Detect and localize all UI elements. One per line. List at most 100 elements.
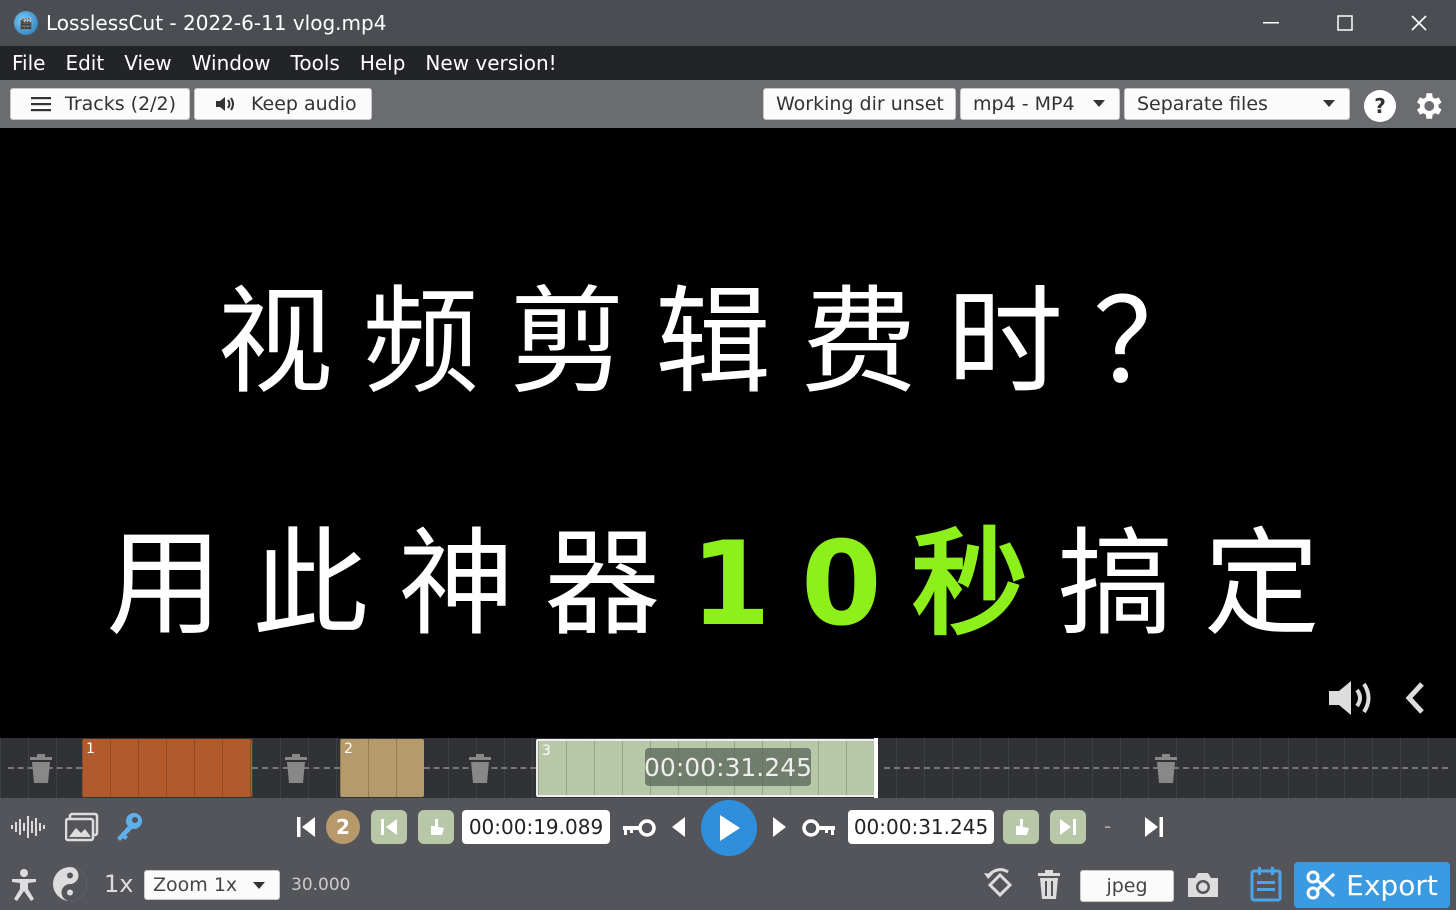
export-button[interactable]: Export	[1294, 862, 1450, 908]
caret-left-icon	[672, 817, 685, 837]
menu-view[interactable]: View	[114, 51, 181, 75]
segment-end-icon	[1060, 819, 1076, 835]
segments-list-button[interactable]	[1248, 864, 1284, 904]
video-caption-line2: 用此神器10秒搞定	[0, 490, 1456, 658]
skip-end-icon	[1145, 817, 1163, 837]
window-controls	[1234, 0, 1456, 46]
accessibility-button[interactable]	[8, 866, 40, 904]
jump-segment-start-button[interactable]	[371, 810, 407, 844]
prev-frame-button[interactable]	[666, 812, 690, 842]
separator: -	[1104, 814, 1112, 838]
current-segment-badge[interactable]: 2	[326, 810, 360, 844]
tracks-button[interactable]: Tracks (2/2)	[10, 88, 190, 120]
key-left-icon	[623, 819, 656, 837]
segment-number: 1	[86, 741, 95, 757]
segment-start-icon	[381, 819, 397, 835]
hand-point-icon	[431, 819, 444, 835]
help-button[interactable]: ?	[1364, 90, 1396, 122]
chevron-down-icon	[253, 882, 265, 889]
camera-icon	[1188, 873, 1218, 897]
fps-value: 30.000	[291, 875, 351, 895]
speaker-icon	[215, 95, 237, 113]
caret-right-icon	[773, 817, 786, 837]
keyframes-button[interactable]	[113, 810, 145, 844]
delete-source-button[interactable]	[1036, 868, 1062, 902]
top-toolbar: Tracks (2/2) Keep audio Working dir unse…	[0, 80, 1456, 128]
next-keyframe-button[interactable]	[800, 816, 838, 840]
format-select[interactable]: mp4 - MP4	[960, 88, 1120, 120]
menu-window[interactable]: Window	[182, 51, 281, 75]
rotate-icon	[984, 868, 1013, 898]
volume-button[interactable]	[1326, 676, 1382, 720]
yin-yang-icon	[53, 867, 87, 901]
menu-tools[interactable]: Tools	[281, 51, 350, 75]
video-caption-line1: 视频剪辑费时？	[217, 275, 1239, 410]
title-bar: 🎬 LosslessCut - 2022-6-11 vlog.mp4	[0, 0, 1456, 46]
menu-help[interactable]: Help	[350, 51, 416, 75]
playback-speed[interactable]: 1x	[104, 870, 133, 898]
set-cut-end-button[interactable]	[1003, 810, 1039, 844]
video-player[interactable]: 视频剪辑费时？ 用此神器10秒搞定	[0, 128, 1456, 738]
images-icon	[65, 812, 99, 842]
cut-end-time[interactable]: 00:00:31.245	[848, 810, 994, 844]
list-icon	[31, 96, 51, 112]
cut-start-time[interactable]: 00:00:19.089	[462, 810, 610, 844]
jump-to-end-button[interactable]	[1142, 812, 1166, 842]
trash-icon	[1155, 754, 1177, 783]
scissors-icon	[1306, 870, 1336, 900]
delete-gap-button[interactable]	[1153, 754, 1179, 784]
capture-frame-button[interactable]	[1186, 870, 1220, 900]
chevron-left-icon	[1405, 682, 1424, 714]
delete-gap-button[interactable]	[467, 754, 493, 784]
chevron-down-icon	[1323, 100, 1335, 107]
caption-line2-start: 用此神器	[106, 517, 691, 652]
minimize-button[interactable]	[1234, 0, 1308, 46]
tracks-label: Tracks (2/2)	[65, 93, 177, 115]
next-frame-button[interactable]	[768, 812, 792, 842]
caption-line2-end: 搞定	[1057, 517, 1350, 652]
timeline-segment-1[interactable]: 1	[82, 739, 252, 797]
trash-icon	[1038, 870, 1060, 899]
prev-keyframe-button[interactable]	[621, 816, 657, 840]
maximize-icon	[1337, 15, 1353, 31]
menu-file[interactable]: File	[2, 51, 55, 75]
export-label: Export	[1346, 868, 1438, 902]
caption-line2-highlight: 10秒	[690, 517, 1058, 652]
jump-to-start-button[interactable]	[294, 812, 318, 842]
format-value: mp4 - MP4	[973, 93, 1075, 115]
waveform-button[interactable]	[10, 812, 48, 842]
timeline[interactable]: 1 2 3 00:00:31.245	[0, 738, 1456, 798]
close-button[interactable]	[1382, 0, 1456, 46]
working-dir-label: Working dir unset	[776, 93, 944, 115]
person-icon	[12, 869, 36, 901]
keep-audio-button[interactable]: Keep audio	[194, 88, 372, 120]
jump-segment-end-button[interactable]	[1050, 810, 1086, 844]
output-mode-select[interactable]: Separate files	[1124, 88, 1350, 120]
zoom-select[interactable]: Zoom 1x	[144, 870, 280, 900]
theme-toggle-button[interactable]	[50, 864, 90, 904]
app-logo-icon: 🎬	[14, 11, 38, 35]
skip-start-icon	[297, 817, 315, 837]
segment-number: 2	[344, 741, 353, 757]
help-icon: ?	[1374, 94, 1386, 118]
settings-button[interactable]	[1410, 88, 1446, 124]
menu-new-version[interactable]: New version!	[415, 51, 566, 75]
gear-icon	[1417, 93, 1442, 119]
key-icon	[117, 813, 142, 841]
delete-gap-button[interactable]	[283, 754, 309, 784]
calendar-list-icon	[1250, 867, 1282, 902]
thumbnails-button[interactable]	[64, 810, 100, 844]
set-cut-start-button[interactable]	[418, 810, 454, 844]
delete-gap-button[interactable]	[28, 754, 54, 784]
collapse-panel-button[interactable]	[1400, 678, 1430, 718]
timeline-segment-2[interactable]: 2	[340, 739, 424, 797]
capture-format-select[interactable]: jpeg	[1080, 870, 1174, 902]
keep-audio-label: Keep audio	[251, 93, 357, 115]
working-dir-button[interactable]: Working dir unset	[763, 88, 956, 120]
playhead-cursor[interactable]	[874, 738, 878, 798]
window-title: LosslessCut - 2022-6-11 vlog.mp4	[46, 11, 387, 35]
play-button[interactable]	[701, 800, 757, 856]
maximize-button[interactable]	[1308, 0, 1382, 46]
menu-edit[interactable]: Edit	[55, 51, 114, 75]
rotate-button[interactable]	[982, 866, 1018, 904]
